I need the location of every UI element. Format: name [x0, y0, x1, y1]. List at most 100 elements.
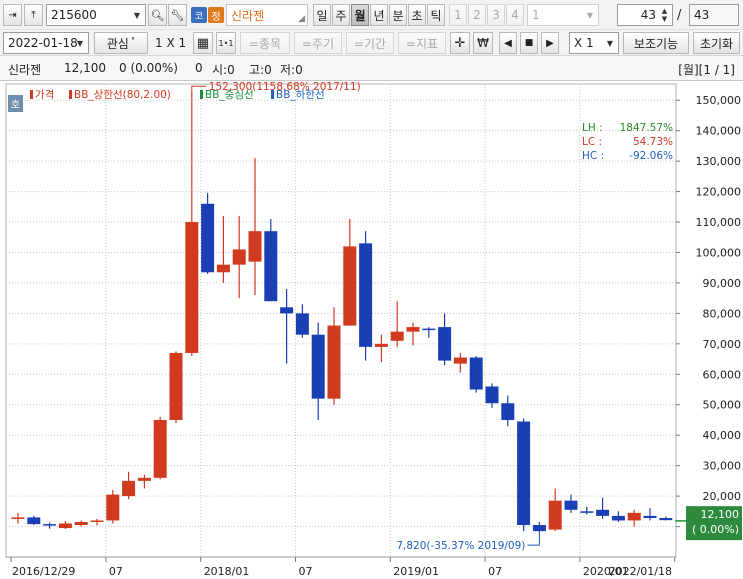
- code-input[interactable]: 215600 ▼: [46, 4, 146, 26]
- candle-body: [469, 357, 483, 390]
- x-tick-label: 2018/01: [204, 565, 250, 578]
- minute-preset-1[interactable]: 1: [449, 4, 467, 26]
- candle-body: [374, 343, 388, 347]
- x-tick-label: 2022/01/18: [609, 565, 672, 578]
- candle-body: [311, 334, 325, 399]
- reset-button[interactable]: 초기화: [693, 32, 740, 54]
- date-input[interactable]: 2022-01-18 ▼: [3, 32, 89, 54]
- y-tick-label: 100,000: [696, 246, 742, 259]
- scroll-left-button[interactable]: ◀: [499, 32, 517, 54]
- candle-body: [359, 243, 373, 347]
- pin-top-button[interactable]: ⤒: [24, 4, 43, 26]
- minute-input[interactable]: 1 ▼: [527, 4, 599, 26]
- y-tick-label: 50,000: [703, 399, 742, 412]
- crosshair-button[interactable]: ✛: [450, 32, 470, 54]
- scroll-right-button[interactable]: ▶: [541, 32, 559, 54]
- status-page-info: [월][1 / 1]: [678, 63, 735, 77]
- candle: [169, 351, 183, 424]
- candle-body: [659, 518, 673, 521]
- count-input[interactable]: 43 ▲ ▼: [617, 4, 673, 26]
- period-tab-minute[interactable]: 분: [389, 4, 407, 26]
- unit-badge-label: 호: [11, 99, 20, 111]
- item-sync-button[interactable]: =종목: [240, 32, 290, 54]
- status-high: 고:0: [249, 63, 272, 77]
- won-button[interactable]: ₩: [473, 32, 493, 54]
- search-icon: 🔍︎: [150, 8, 165, 22]
- x-scale-select[interactable]: X 1 ▼: [569, 32, 619, 54]
- status-open: 시:0: [212, 63, 235, 77]
- period-tab-day[interactable]: 일: [313, 4, 331, 26]
- candle-body: [27, 517, 41, 525]
- x-tick-label: 07: [109, 565, 123, 578]
- period-tab-tick[interactable]: 틱: [427, 4, 445, 26]
- candle-body: [232, 249, 246, 265]
- layout-label: 1 X 1: [155, 36, 187, 50]
- tools-button[interactable]: 🔧︎: [168, 4, 187, 26]
- period-tab-month[interactable]: 월: [351, 4, 369, 26]
- indicator-hc-label: HC :: [582, 150, 604, 162]
- candle-body: [264, 231, 278, 302]
- minute-preset-3[interactable]: 3: [487, 4, 505, 26]
- period-tab-second[interactable]: 초: [408, 4, 426, 26]
- chevron-down-icon[interactable]: ▼: [583, 7, 597, 23]
- chevron-down-icon[interactable]: ▼: [130, 7, 144, 23]
- high-annotation: 152,300(1158.68% 2017/11): [209, 81, 361, 93]
- cycle-sync-button[interactable]: =주기: [294, 32, 342, 54]
- candle: [153, 416, 167, 480]
- candlestick-chart[interactable]: 10,00020,00030,00040,00050,00060,00070,0…: [0, 81, 743, 579]
- candle-body: [327, 325, 341, 399]
- candle: [264, 218, 278, 302]
- candle-body: [122, 480, 136, 497]
- stop-button[interactable]: ■: [520, 32, 538, 54]
- minute-preset-2[interactable]: 2: [468, 4, 486, 26]
- status-change: 0 (0.00%): [119, 61, 178, 75]
- x-tick-label: 07: [299, 565, 313, 578]
- candle-body: [596, 509, 610, 516]
- candle-body: [137, 477, 151, 481]
- minute-preset-4[interactable]: 4: [506, 4, 524, 26]
- aux-function-button[interactable]: 보조기능: [623, 32, 689, 54]
- candle: [517, 418, 531, 532]
- period-tab-week[interactable]: 주: [332, 4, 350, 26]
- chevron-down-icon[interactable]: ▼: [73, 35, 87, 51]
- won-icon: ₩: [477, 36, 489, 50]
- y-tick-label: 140,000: [696, 125, 742, 138]
- indicator-lh-label: LH :: [582, 122, 603, 134]
- candle-body: [201, 203, 215, 273]
- y-tick-label: 30,000: [703, 460, 742, 473]
- candle-body: [248, 231, 262, 262]
- low-annotation: 7,820(-35.37% 2019/09): [396, 540, 525, 552]
- current-price-box: 12,100 ( 0.00%): [686, 506, 742, 541]
- candle-body: [643, 515, 657, 519]
- toolbar-row-1: ⇥ ⤒ 215600 ▼ 🔍︎ 🔧︎ 코 정 신라젠 ◢ 일 주 월 년 분 초…: [0, 0, 743, 30]
- indicator-lh-value: 1847.57%: [620, 122, 673, 134]
- legend-item-price: 가격: [35, 88, 54, 101]
- period-sync-button[interactable]: =기간: [346, 32, 394, 54]
- spinner-icon[interactable]: ▲ ▼: [658, 6, 671, 24]
- grid-layout-button[interactable]: ▦: [193, 32, 213, 54]
- single-layout-button[interactable]: 1•1: [216, 32, 236, 54]
- search-button[interactable]: 🔍︎: [148, 4, 167, 26]
- candle-body: [517, 421, 531, 526]
- candle-body: [106, 494, 120, 521]
- candle: [359, 231, 373, 361]
- candle-body: [11, 517, 25, 519]
- legend-swatch-bb-middle: [200, 90, 203, 99]
- y-tick-label: 110,000: [696, 216, 742, 229]
- y-tick-label: 90,000: [703, 277, 742, 290]
- interest-button[interactable]: 관심 ˚: [94, 32, 148, 54]
- candle: [469, 356, 483, 393]
- current-price-label: 12,100: [701, 508, 740, 521]
- candle-body: [216, 264, 230, 273]
- stock-name: 신라젠: [231, 8, 265, 23]
- x-tick-label: 2019/01: [393, 565, 439, 578]
- chevron-down-icon[interactable]: ▼: [603, 35, 617, 51]
- candle-body: [43, 524, 57, 526]
- indicator-sync-button[interactable]: =지표: [398, 32, 446, 54]
- candle-body: [295, 313, 309, 335]
- y-tick-label: 80,000: [703, 307, 742, 320]
- count-separator: /: [677, 8, 682, 23]
- dock-arrow-button[interactable]: ⇥: [3, 4, 22, 26]
- period-tab-year[interactable]: 년: [370, 4, 388, 26]
- candle-body: [564, 500, 578, 510]
